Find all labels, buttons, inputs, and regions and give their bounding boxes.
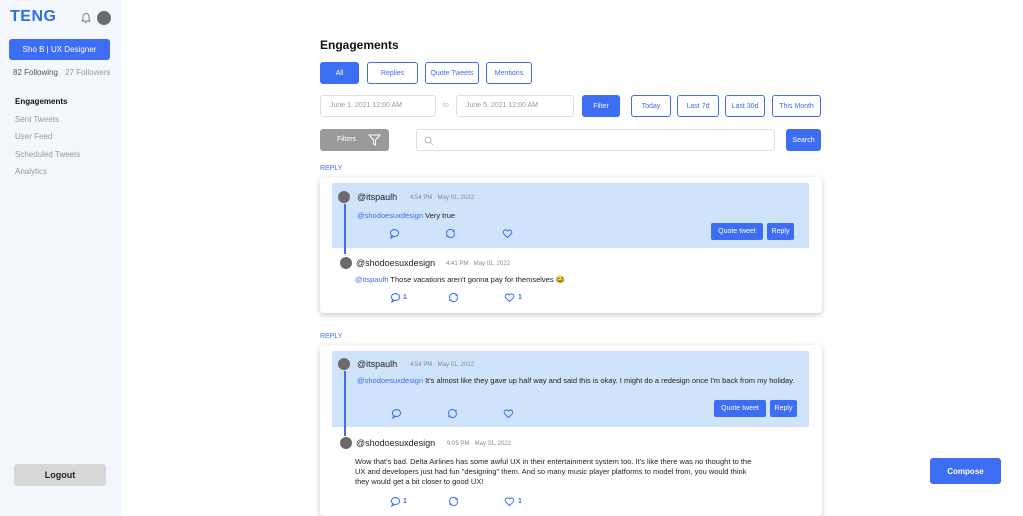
avatar[interactable] xyxy=(340,437,352,449)
tab-mentions[interactable]: Mentions xyxy=(486,62,532,84)
tab-quote-tweets[interactable]: Quote Tweets xyxy=(425,62,479,84)
retweet-icon[interactable] xyxy=(447,408,458,419)
followers-count[interactable]: 27 Followers xyxy=(65,68,110,77)
engagement-card: @itspaulh 4:54 PM · May 01, 2022 @shodoe… xyxy=(320,345,822,516)
heart-icon[interactable] xyxy=(504,292,515,303)
sidebar-item-scheduled-tweets[interactable]: Scheduled Tweets xyxy=(15,150,80,168)
tab-all[interactable]: All xyxy=(320,62,359,84)
tweet-timestamp: 9:05 PM · May 31, 2022 xyxy=(447,441,512,447)
filter-icon xyxy=(368,134,381,146)
quote-tweet-button[interactable]: Quote tweet xyxy=(714,400,766,417)
heart-icon[interactable] xyxy=(503,408,514,419)
heart-icon[interactable] xyxy=(504,496,515,507)
logout-button[interactable]: Logout xyxy=(14,464,106,486)
heart-icon[interactable] xyxy=(502,228,513,239)
tweet-handle[interactable]: @itspaulh xyxy=(357,359,397,369)
tab-replies[interactable]: Replies xyxy=(367,62,418,84)
engagement-type-label: REPLY xyxy=(320,165,343,172)
range-last-7d-button[interactable]: Last 7d xyxy=(677,95,719,117)
search-input[interactable] xyxy=(416,129,775,151)
tweet-handle[interactable]: @itspaulh xyxy=(357,192,397,202)
tweet-text: @shodoesuxdesign It's almost like they g… xyxy=(357,376,802,386)
tweet-text-content: Those vacations aren't gonna pay for the… xyxy=(388,275,566,284)
avatar[interactable] xyxy=(338,358,350,370)
mention-link[interactable]: @shodoesuxdesign xyxy=(357,211,423,220)
date-from-input[interactable]: June 1, 2021 12:00 AM xyxy=(320,95,436,117)
tweet-timestamp: 4:54 PM · May 01, 2022 xyxy=(410,362,475,368)
search-button[interactable]: Search xyxy=(786,129,821,151)
original-tweet[interactable]: @itspaulh 4:54 PM · May 01, 2022 @shodoe… xyxy=(332,351,809,427)
tweet-handle[interactable]: @shodoesuxdesign xyxy=(356,438,435,448)
to-label: to xyxy=(443,102,449,109)
sidebar-item-engagements[interactable]: Engagements xyxy=(15,97,80,115)
retweet-icon[interactable] xyxy=(448,496,459,507)
mention-link[interactable]: @itspaulh xyxy=(355,275,388,284)
comment-icon[interactable] xyxy=(390,496,401,507)
tweet-text-content: It's almost like they gave up half way a… xyxy=(423,376,795,385)
reply-button[interactable]: Reply xyxy=(770,400,797,417)
search-icon xyxy=(424,136,434,146)
sidebar-item-analytics[interactable]: Analytics xyxy=(15,167,80,185)
range-last-30d-button[interactable]: Last 30d xyxy=(725,95,765,117)
tweet-text: @shodoesuxdesign Very true xyxy=(357,211,787,221)
like-count: 1 xyxy=(518,294,522,301)
avatar[interactable] xyxy=(97,11,111,25)
quote-tweet-button[interactable]: Quote tweet xyxy=(711,223,763,240)
date-to-input[interactable]: June 5, 2021 12:00 AM xyxy=(456,95,574,117)
comment-count: 1 xyxy=(403,294,407,301)
engagement-type-label: REPLY xyxy=(320,333,343,340)
tweet-text: Wow that's bad. Delta Airlines has some … xyxy=(355,457,752,486)
comment-count: 1 xyxy=(403,498,407,505)
comment-icon[interactable] xyxy=(391,408,402,419)
engagement-card: @itspaulh 4:54 PM · May 01, 2022 @shodoe… xyxy=(320,177,822,313)
range-today-button[interactable]: Today xyxy=(631,95,671,117)
tweet-text-content: Very true xyxy=(423,211,456,220)
reply-button[interactable]: Reply xyxy=(767,223,794,240)
bell-icon[interactable] xyxy=(80,12,92,24)
follow-stats: 82 Following 27 Followers xyxy=(13,68,111,77)
range-this-month-button[interactable]: This Month xyxy=(772,95,821,117)
avatar[interactable] xyxy=(340,257,352,269)
sidebar-item-user-feed[interactable]: User Feed xyxy=(15,132,80,150)
original-tweet[interactable]: @itspaulh 4:54 PM · May 01, 2022 @shodoe… xyxy=(332,183,809,248)
compose-button[interactable]: Compose xyxy=(930,458,1001,484)
brand-logo[interactable]: TENG xyxy=(10,8,56,26)
avatar[interactable] xyxy=(338,191,350,203)
comment-icon[interactable] xyxy=(390,292,401,303)
tweet-timestamp: 4:54 PM · May 01, 2022 xyxy=(410,195,475,201)
tweet-timestamp: 4:41 PM · May 01, 2022 xyxy=(446,261,511,267)
thread-line xyxy=(344,204,346,254)
tweet-text: @itspaulh Those vacations aren't gonna p… xyxy=(355,275,795,285)
following-count[interactable]: 82 Following xyxy=(13,68,58,77)
filter-button[interactable]: Filter xyxy=(582,95,620,117)
like-count: 1 xyxy=(518,498,522,505)
sidebar: TENG Sho B | UX Designer 82 Following 27… xyxy=(0,0,121,516)
page-title: Engagements xyxy=(320,38,399,52)
filters-label: Filters xyxy=(337,136,357,143)
sidebar-nav: Engagements Sent Tweets User Feed Schedu… xyxy=(15,97,80,185)
retweet-icon[interactable] xyxy=(445,228,456,239)
filters-button[interactable]: Filters xyxy=(320,129,389,151)
profile-button[interactable]: Sho B | UX Designer xyxy=(9,39,110,60)
retweet-icon[interactable] xyxy=(448,292,459,303)
tweet-handle[interactable]: @shodoesuxdesign xyxy=(356,258,435,268)
thread-line xyxy=(344,371,346,436)
comment-icon[interactable] xyxy=(389,228,400,239)
mention-link[interactable]: @shodoesuxdesign xyxy=(357,376,423,385)
sidebar-item-sent-tweets[interactable]: Sent Tweets xyxy=(15,115,80,133)
